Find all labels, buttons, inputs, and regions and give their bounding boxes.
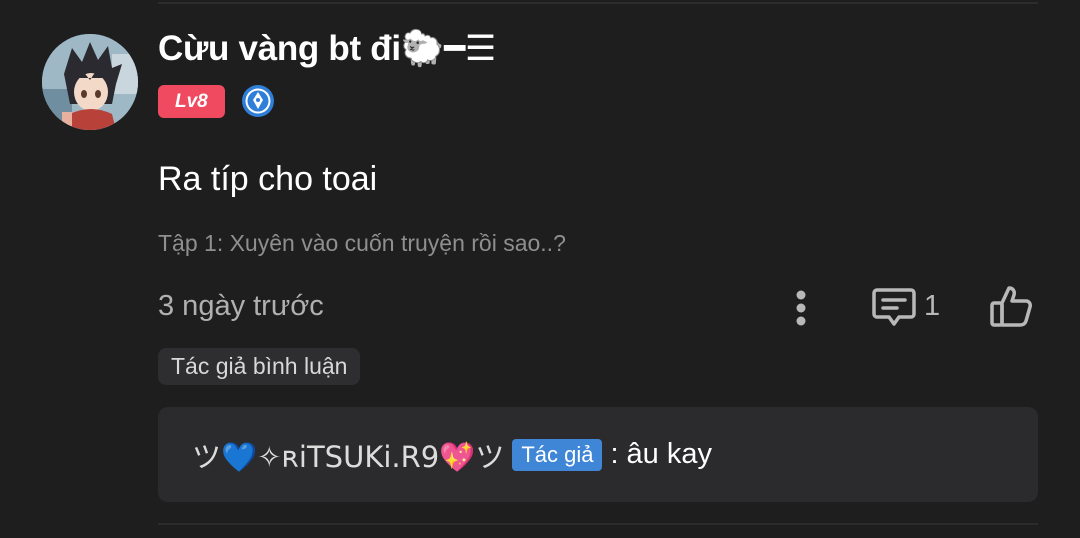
reply-preview[interactable]: ツ💙✧ʀiTSUKi.R9💖ツ Tác giả : âu kay [158, 407, 1038, 502]
top-divider [158, 2, 1038, 4]
reply-author[interactable]: ツ💙✧ʀiTSUKi.R9💖ツ [192, 434, 504, 476]
reply-line: ツ💙✧ʀiTSUKi.R9💖ツ Tác giả : âu kay [192, 407, 712, 502]
level-badge: Lv8 [158, 84, 225, 118]
reply-separator: : [610, 438, 619, 470]
comment-text: Ra típ cho toai [158, 160, 378, 198]
reply-button[interactable]: 1 [872, 284, 940, 328]
thumbs-up-icon[interactable] [988, 282, 1036, 330]
username[interactable]: Cừu vàng bt đi🐑━☰ [158, 28, 496, 69]
more-vertical-icon[interactable] [786, 288, 816, 328]
avatar-image [42, 34, 138, 130]
user-badges: Lv8 [158, 84, 275, 118]
bottom-divider [158, 523, 1038, 525]
timestamp: 3 ngày trước [158, 290, 324, 322]
avatar[interactable] [42, 34, 138, 130]
comment-icon [872, 288, 916, 326]
reply-count: 1 [924, 289, 941, 322]
chapter-link[interactable]: Tập 1: Xuyên vào cuốn truyện rồi sao..? [158, 230, 566, 257]
author-commented-tag: Tác giả bình luận [158, 348, 361, 385]
verified-pen-icon [241, 85, 274, 117]
author-role-badge: Tác giả [512, 438, 603, 471]
reply-text: âu kay [626, 438, 712, 470]
